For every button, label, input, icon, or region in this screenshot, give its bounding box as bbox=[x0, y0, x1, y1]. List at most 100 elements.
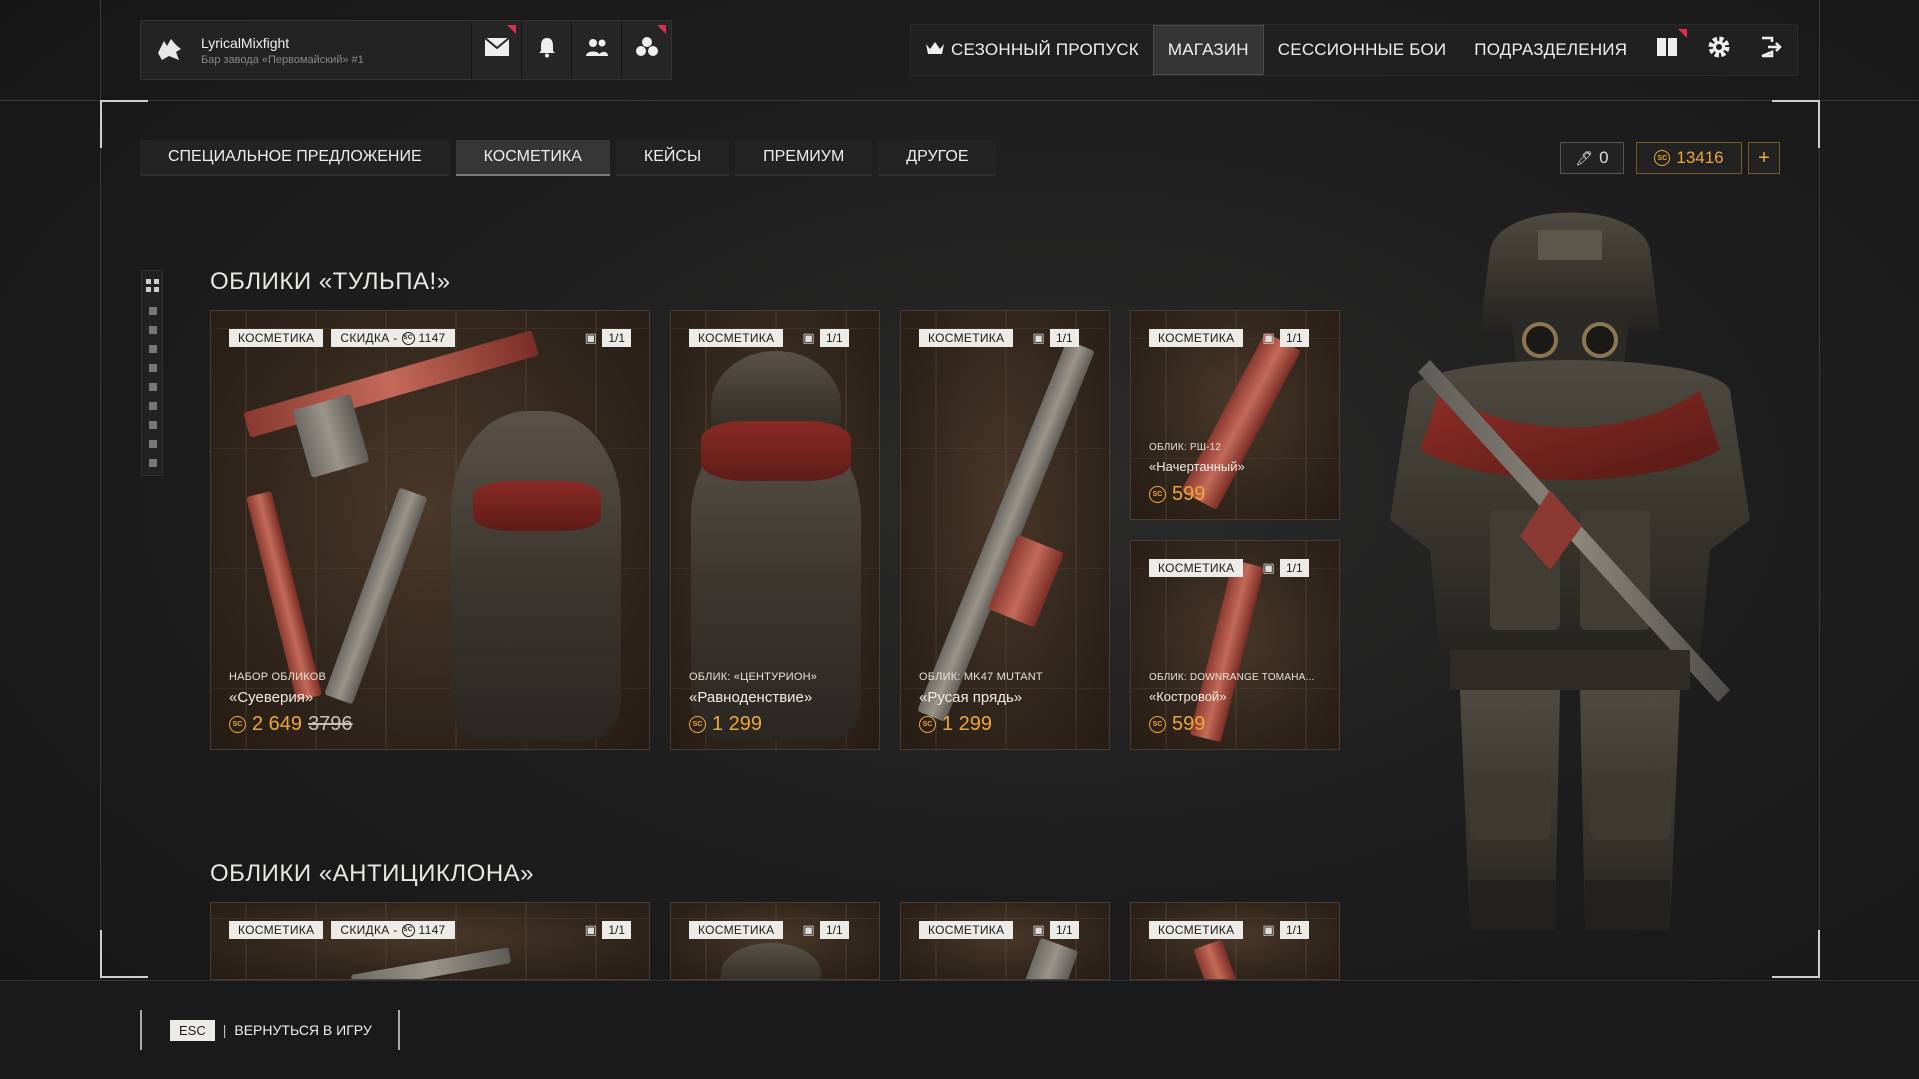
crown-icon bbox=[925, 40, 945, 60]
box-icon: ▣ bbox=[584, 922, 597, 937]
settings-button[interactable] bbox=[1693, 25, 1745, 75]
section-dot[interactable] bbox=[149, 421, 157, 429]
tab-other[interactable]: ДРУГОЕ bbox=[878, 140, 997, 176]
top-navigation: СЕЗОННЫЙ ПРОПУСК МАГАЗИН СЕССИОННЫЕ БОИ … bbox=[910, 24, 1799, 76]
bell-icon bbox=[537, 36, 557, 64]
esc-key: ESC bbox=[170, 1019, 215, 1041]
mail-icon bbox=[483, 37, 510, 63]
clan-icon bbox=[635, 36, 659, 64]
section-dot[interactable] bbox=[149, 326, 157, 334]
quantity-value: 1/1 bbox=[602, 921, 631, 939]
coin-icon: SC bbox=[401, 331, 415, 345]
nav-shop[interactable]: МАГАЗИН bbox=[1152, 25, 1264, 75]
coin-icon: SC bbox=[1654, 150, 1671, 166]
coins-balance[interactable]: SC 13416 bbox=[1636, 142, 1742, 174]
card-tags: КОСМЕТИКА bbox=[689, 921, 784, 939]
product-card-equinox[interactable]: КОСМЕТИКА ▣ 1/1 ОБЛИК: «ЦЕНТУРИОН» «Равн… bbox=[670, 310, 880, 750]
section-dot[interactable] bbox=[149, 364, 157, 372]
soldier-render bbox=[451, 411, 621, 741]
frame-corner-tr bbox=[1772, 100, 1820, 148]
clans-notification-flag bbox=[657, 25, 666, 34]
mail-button[interactable] bbox=[471, 21, 521, 79]
character-model-render bbox=[1390, 212, 1750, 930]
discount-label: СКИДКА - bbox=[340, 923, 398, 937]
profile-name-block[interactable]: LyricalMixfight Бар завода «Первомайский… bbox=[197, 35, 471, 66]
card-tags: КОСМЕТИКА bbox=[919, 921, 1014, 939]
product-card-rsh12[interactable]: КОСМЕТИКА ▣ 1/1 ОБЛИК: РШ-12 «Начертанны… bbox=[1130, 310, 1340, 520]
tab-cosmetics[interactable]: КОСМЕТИКА bbox=[455, 140, 610, 176]
discount-tag: СКИДКА - SC 1147 bbox=[331, 921, 455, 939]
crowns-value: 0 bbox=[1599, 148, 1609, 167]
product-card-anticyclone-4[interactable]: КОСМЕТИКА ▣ 1/1 bbox=[1130, 902, 1340, 980]
notifications-button[interactable] bbox=[521, 21, 571, 79]
quantity-indicator: ▣ 1/1 bbox=[801, 921, 849, 939]
section-dot[interactable] bbox=[149, 459, 157, 467]
section-dot[interactable] bbox=[149, 345, 157, 353]
tab-cases[interactable]: КЕЙСЫ bbox=[615, 140, 730, 176]
tab-premium[interactable]: ПРЕМИУМ bbox=[735, 140, 873, 176]
box-icon: ▣ bbox=[1262, 560, 1275, 575]
card-price: SC 599 bbox=[1149, 483, 1205, 506]
crowns-balance[interactable]: 🖊 0 bbox=[1560, 142, 1624, 174]
product-card-anticyclone-3[interactable]: КОСМЕТИКА ▣ 1/1 bbox=[900, 902, 1110, 980]
profile-subtitle: Бар завода «Первомайский» #1 bbox=[201, 53, 364, 66]
box-icon: ▣ bbox=[1262, 330, 1275, 345]
quantity-indicator: ▣ 1/1 bbox=[1261, 921, 1309, 939]
friends-button[interactable] bbox=[571, 21, 621, 79]
return-to-game-label: ВЕРНУТЬСЯ В ИГРУ bbox=[234, 1022, 372, 1038]
clans-button[interactable] bbox=[621, 21, 671, 79]
section-dot[interactable] bbox=[149, 307, 157, 315]
cosmetics-tag: КОСМЕТИКА bbox=[919, 329, 1014, 347]
card-name: «Равноденствие» bbox=[689, 689, 813, 706]
quantity-value: 1/1 bbox=[820, 329, 849, 347]
product-card-anticyclone-2[interactable]: КОСМЕТИКА ▣ 1/1 bbox=[670, 902, 880, 980]
coin-icon: SC bbox=[1149, 716, 1166, 733]
logout-button[interactable] bbox=[1745, 25, 1797, 75]
card-pattern bbox=[901, 903, 1109, 979]
product-card-mk47-mutant[interactable]: КОСМЕТИКА ▣ 1/1 ОБЛИК: MK47 MUTANT «Руса… bbox=[900, 310, 1110, 750]
nav-season-pass[interactable]: СЕЗОННЫЙ ПРОПУСК bbox=[911, 25, 1153, 75]
price-value: 1 299 bbox=[942, 713, 993, 735]
price-value: 2 649 bbox=[252, 713, 303, 735]
card-price: SC 1 299 bbox=[689, 713, 762, 736]
nav-session-battles[interactable]: СЕССИОННЫЕ БОИ bbox=[1264, 25, 1460, 75]
card-tags: КОСМЕТИКА СКИДКА - SC 1147 bbox=[229, 921, 455, 939]
section-dot[interactable] bbox=[149, 440, 157, 448]
mail-notification-flag bbox=[507, 25, 516, 34]
nav-divisions[interactable]: ПОДРАЗДЕЛЕНИЯ bbox=[1460, 25, 1641, 75]
box-icon: ▣ bbox=[1032, 330, 1045, 345]
quantity-value: 1/1 bbox=[602, 329, 631, 347]
discount-value: 1147 bbox=[418, 923, 446, 937]
return-to-game-button[interactable]: ESC | ВЕРНУТЬСЯ В ИГРУ bbox=[140, 1010, 400, 1050]
quantity-value: 1/1 bbox=[1050, 329, 1079, 347]
section-dot[interactable] bbox=[149, 383, 157, 391]
scarf-render bbox=[473, 481, 601, 531]
tab-special-offer[interactable]: СПЕЦИАЛЬНОЕ ПРЕДЛОЖЕНИЕ bbox=[140, 140, 450, 176]
product-card-anticyclone-bundle[interactable]: КОСМЕТИКА СКИДКА - SC 1147 ▣ 1/1 bbox=[210, 902, 650, 980]
product-card-bundle-superstitions[interactable]: КОСМЕТИКА СКИДКА - SC 1147 ▣ 1/1 НАБОР ОБЛ… bbox=[210, 310, 650, 750]
nav-divisions-label: ПОДРАЗДЕЛЕНИЯ bbox=[1474, 40, 1628, 59]
quantity-value: 1/1 bbox=[1280, 559, 1309, 577]
add-coins-button[interactable]: + bbox=[1748, 142, 1780, 174]
quantity-indicator: ▣ 1/1 bbox=[583, 921, 631, 939]
coin-icon: SC bbox=[401, 923, 415, 937]
box-icon: ▣ bbox=[802, 330, 815, 345]
grid-icon[interactable] bbox=[146, 279, 159, 292]
coin-icon: SC bbox=[1149, 486, 1166, 503]
quantity-indicator: ▣ 1/1 bbox=[1261, 559, 1309, 577]
wolf-emblem-icon[interactable] bbox=[141, 22, 197, 78]
frame-line-top bbox=[0, 100, 1919, 101]
section-dot[interactable] bbox=[149, 402, 157, 410]
card-subtitle: ОБЛИК: «ЦЕНТУРИОН» bbox=[689, 671, 818, 683]
product-card-tomahawk[interactable]: КОСМЕТИКА ▣ 1/1 ОБЛИК: DOWNRANGE TOMAHA.… bbox=[1130, 540, 1340, 750]
card-name: «Суеверия» bbox=[229, 689, 314, 706]
journal-button[interactable] bbox=[1641, 25, 1693, 75]
price-value: 599 bbox=[1172, 483, 1206, 505]
character-preview[interactable] bbox=[1350, 190, 1790, 950]
box-icon: ▣ bbox=[1032, 922, 1045, 937]
card-pattern bbox=[1131, 903, 1339, 979]
friends-icon bbox=[585, 37, 609, 63]
quantity-value: 1/1 bbox=[820, 921, 849, 939]
section-title-anticyclone: ОБЛИКИ «АНТИЦИКЛОНА» bbox=[210, 860, 535, 887]
nav-shop-label: МАГАЗИН bbox=[1167, 40, 1249, 59]
